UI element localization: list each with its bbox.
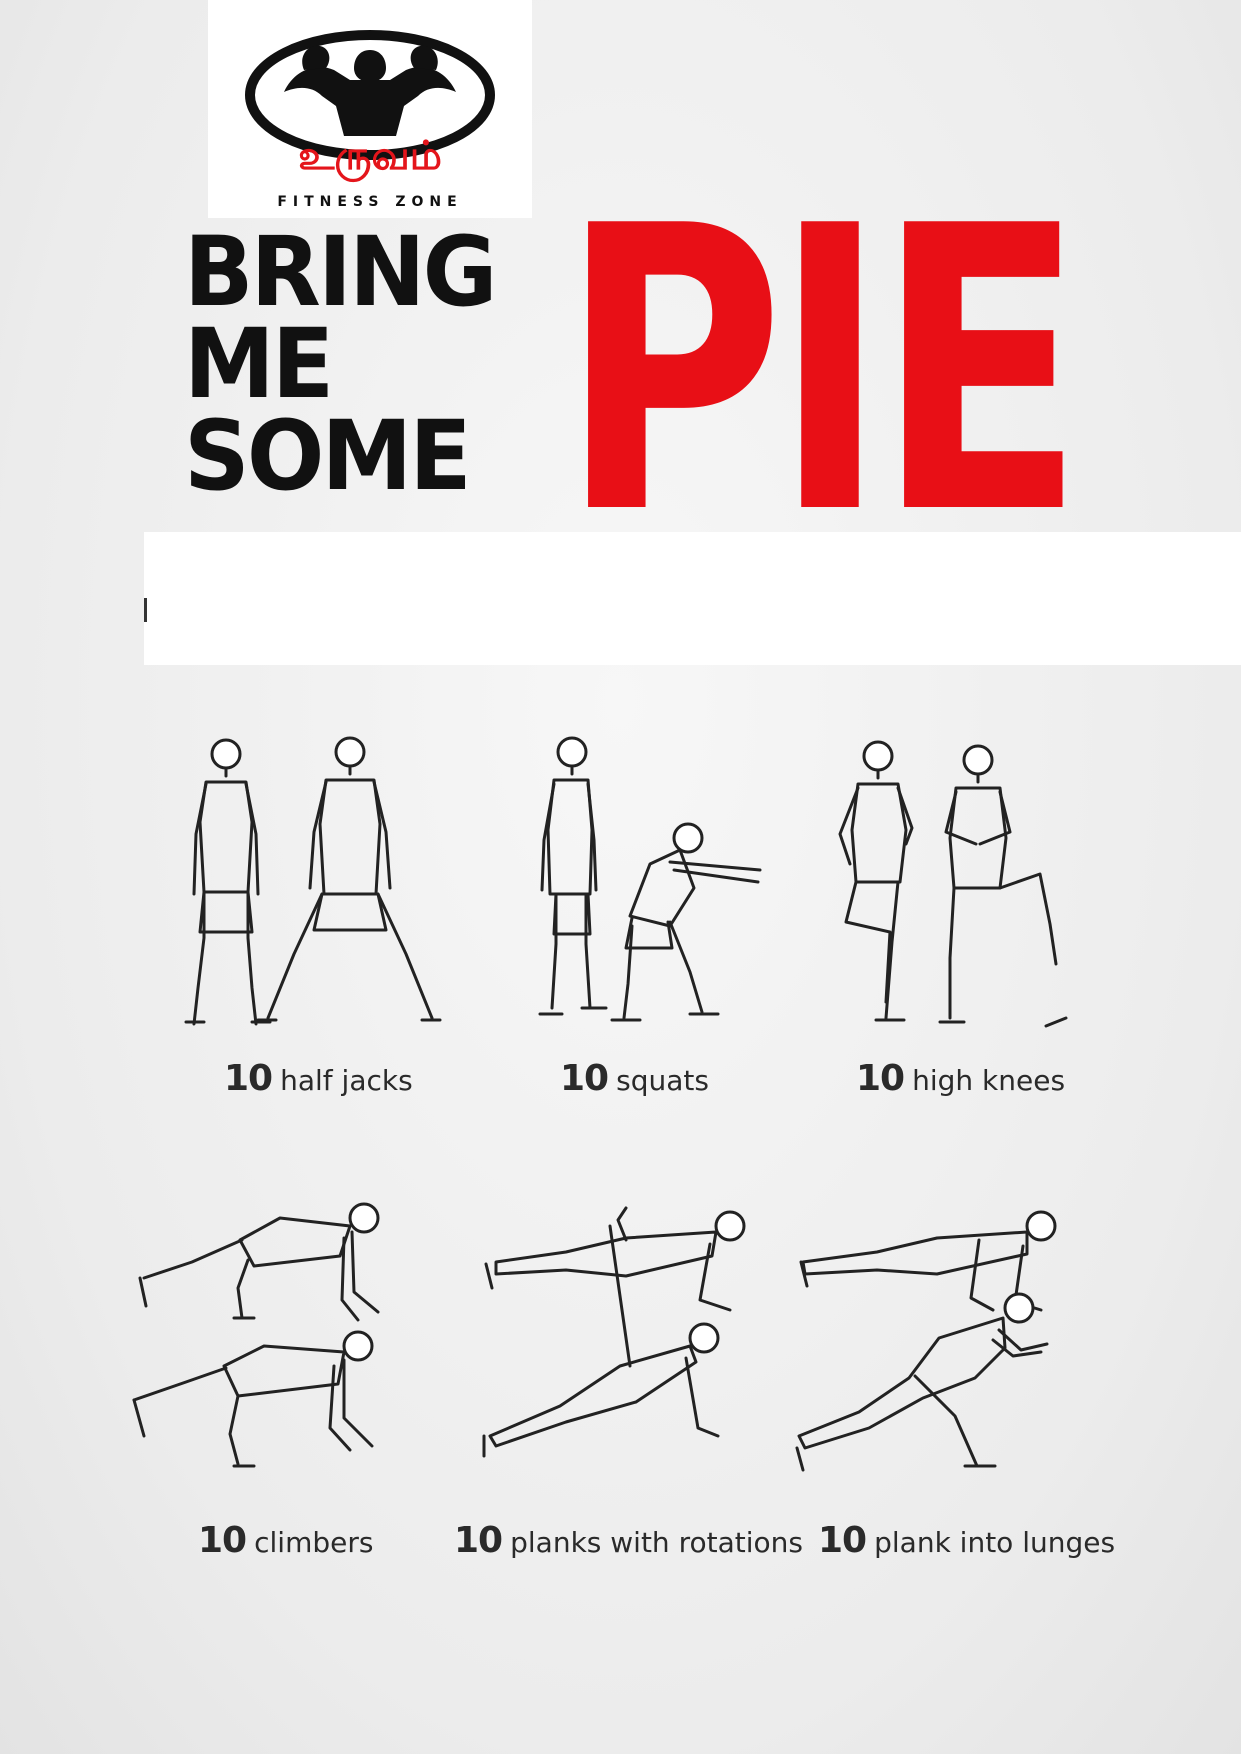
exercise-name: high knees [912, 1064, 1066, 1097]
exercise-caption: 10 plank into lunges [818, 1520, 1115, 1561]
exercise-name: planks with rotations [510, 1526, 803, 1559]
title-line: ME [184, 308, 334, 420]
rep-count: 10 [454, 1520, 503, 1561]
climbers-illustration [130, 1190, 490, 1510]
blank-banner [144, 532, 1241, 665]
rep-count: 10 [198, 1520, 247, 1561]
logo: உருவம் FITNESS ZONE [208, 0, 532, 218]
exercise-caption: 10 planks with rotations [454, 1520, 803, 1561]
exercise-caption: 10 half jacks [224, 1058, 413, 1099]
title-line: BRING [184, 216, 497, 328]
title-highlight: PIE [560, 144, 1085, 600]
exercise-name: half jacks [280, 1064, 413, 1097]
exercise-name: squats [616, 1064, 709, 1097]
rep-count: 10 [818, 1520, 867, 1561]
plank-into-lunges-illustration [795, 1190, 1155, 1510]
logo-script-text: உருவம் [298, 133, 442, 179]
exercise-name: climbers [254, 1526, 374, 1559]
title-line: SOME [184, 400, 472, 512]
text-cursor-mark [144, 598, 147, 622]
rep-count: 10 [224, 1058, 273, 1099]
rep-count: 10 [560, 1058, 609, 1099]
exercise-caption: 10 climbers [198, 1520, 373, 1561]
exercise-caption: 10 high knees [856, 1058, 1065, 1099]
exercise-name: plank into lunges [874, 1526, 1116, 1559]
exercise-caption: 10 squats [560, 1058, 709, 1099]
high-knees-illustration [810, 730, 1170, 1050]
half-jacks-illustration [160, 730, 520, 1050]
planks-with-rotations-illustration [480, 1190, 840, 1510]
rep-count: 10 [856, 1058, 905, 1099]
title-lines: BRING ME SOME [184, 216, 497, 512]
logo-tagline: FITNESS ZONE [277, 194, 463, 210]
